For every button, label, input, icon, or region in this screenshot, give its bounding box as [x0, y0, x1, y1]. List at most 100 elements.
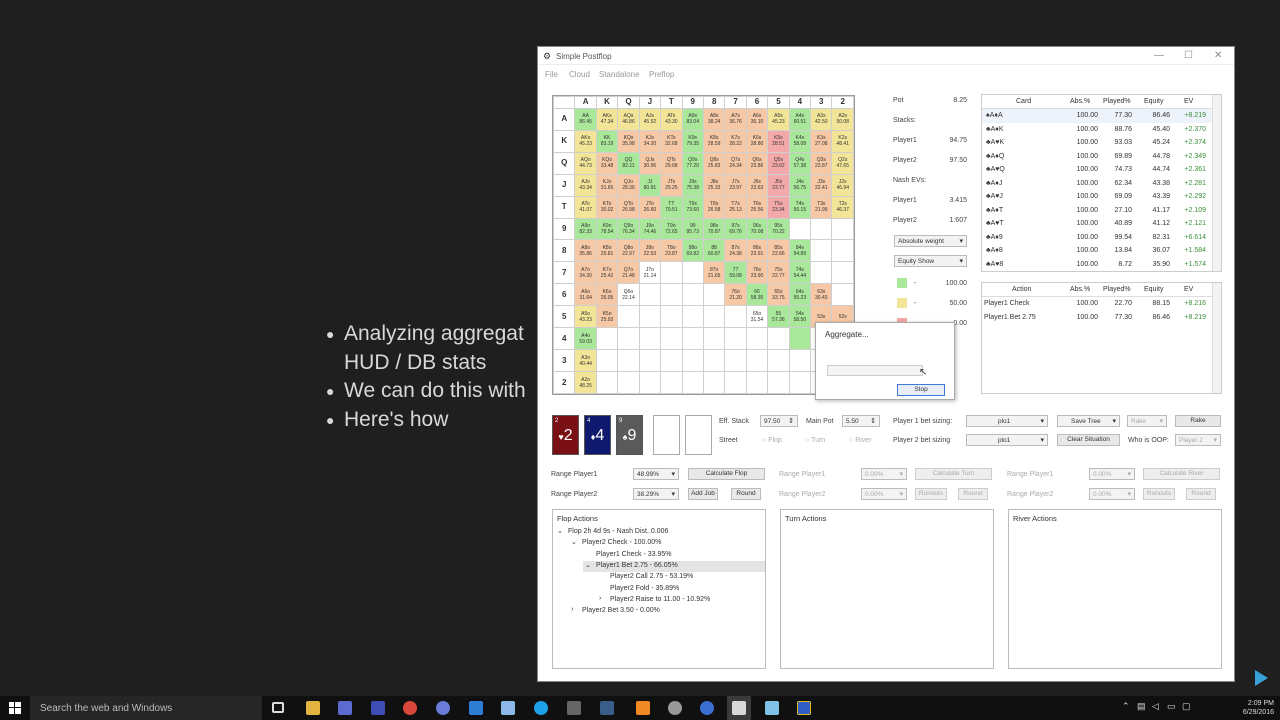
turn-range-player2-select[interactable]: 0.00% ▾: [861, 488, 907, 500]
street-river-radio[interactable]: ○ River: [849, 437, 872, 444]
grid-hand-cell[interactable]: J8s 25.33: [702, 173, 726, 197]
grid-hand-cell[interactable]: 87o 21.65: [702, 261, 726, 285]
keyboard-icon[interactable]: ▭: [1167, 701, 1176, 712]
grid-hand-cell[interactable]: [831, 283, 854, 307]
grid-hand-cell[interactable]: [660, 283, 683, 307]
grid-hand-cell[interactable]: [681, 371, 704, 394]
chevron-up-icon[interactable]: ⌃: [1122, 701, 1130, 712]
grid-hand-cell[interactable]: A9s 83.04: [681, 107, 704, 131]
grid-hand-cell[interactable]: [831, 239, 854, 263]
grid-hand-cell[interactable]: A8s 38.24: [702, 107, 726, 131]
grid-hand-cell[interactable]: AQo 44.73: [574, 151, 597, 175]
grid-hand-cell[interactable]: T8o 23.87: [660, 239, 683, 263]
board-card-empty[interactable]: [653, 415, 680, 455]
chevron-right-icon[interactable]: ›: [571, 606, 573, 613]
close-button[interactable]: ✕: [1214, 50, 1222, 61]
action-row[interactable]: Player1 Check 100.00 22.70 88.15 +8.216: [982, 297, 1221, 311]
grid-hand-cell[interactable]: 65o 31.54: [745, 305, 769, 329]
grid-hand-cell[interactable]: Q7s 24.34: [724, 151, 747, 175]
grid-hand-cell[interactable]: K7o 25.42: [595, 261, 619, 285]
menu-standalone[interactable]: Standalone: [599, 70, 639, 79]
chrome-icon[interactable]: [403, 701, 417, 715]
grid-hand-cell[interactable]: ATo 41.07: [574, 195, 597, 219]
player2-bet-sizing-select[interactable]: plo1 ▾: [966, 434, 1048, 446]
card-row[interactable]: ♣A♥J 100.00 69.09 43.39 +2.292: [982, 190, 1221, 204]
grid-hand-cell[interactable]: 74s 54.44: [788, 261, 812, 285]
grid-hand-cell[interactable]: 75s 22.77: [767, 261, 790, 285]
app-icon[interactable]: [371, 701, 385, 715]
grid-hand-cell[interactable]: AKo 45.23: [574, 129, 597, 153]
grid-hand-cell[interactable]: [724, 305, 747, 329]
grid-hand-cell[interactable]: Q8s 25.83: [702, 151, 726, 175]
grid-hand-cell[interactable]: [767, 349, 790, 373]
grid-hand-cell[interactable]: [724, 349, 747, 373]
grid-hand-cell[interactable]: 65s 33.75: [767, 283, 790, 307]
grid-hand-cell[interactable]: [681, 349, 704, 373]
player1-bet-sizing-select[interactable]: plo1 ▾: [966, 415, 1048, 427]
grid-hand-cell[interactable]: A2o 48.25: [574, 371, 597, 394]
board-card[interactable]: 2 ♥2: [552, 415, 579, 455]
grid-hand-cell[interactable]: AJo 43.34: [574, 173, 597, 197]
col-equity[interactable]: Equity: [1144, 98, 1163, 105]
grid-hand-cell[interactable]: K6s 28.80: [745, 129, 769, 153]
grid-hand-cell[interactable]: A9o 82.33: [574, 217, 597, 241]
grid-hand-cell[interactable]: Q3s 23.87: [810, 151, 833, 175]
grid-hand-cell[interactable]: J9o 74.46: [638, 217, 662, 241]
grid-hand-cell[interactable]: A2s 50.08: [831, 107, 854, 131]
action-tree-node[interactable]: Player1 Check - 33.95%: [596, 551, 671, 558]
river-range-player1-select[interactable]: 0.00% ▾: [1089, 468, 1135, 480]
col-ev[interactable]: EV: [1184, 98, 1193, 105]
grid-hand-cell[interactable]: [660, 261, 683, 285]
grid-hand-cell[interactable]: [788, 371, 812, 394]
action-tree-node[interactable]: Player2 Check - 100.00%: [582, 539, 661, 546]
grid-hand-cell[interactable]: J7o 21.14: [638, 261, 662, 285]
grid-hand-cell[interactable]: [660, 327, 683, 351]
chevron-right-icon[interactable]: ›: [599, 595, 601, 602]
grid-hand-cell[interactable]: A5o 43.23: [574, 305, 597, 329]
stop-button[interactable]: Stop: [897, 384, 945, 396]
grid-hand-cell[interactable]: [617, 327, 640, 351]
round-button[interactable]: Round: [731, 488, 761, 500]
grid-hand-cell[interactable]: T2s 46.37: [831, 195, 854, 219]
grid-hand-cell[interactable]: 98o 69.82: [681, 239, 704, 263]
grid-hand-cell[interactable]: K8o 25.81: [595, 239, 619, 263]
grid-hand-cell[interactable]: [831, 217, 854, 241]
grid-hand-cell[interactable]: [681, 283, 704, 307]
grid-hand-cell[interactable]: AA 86.45: [574, 107, 597, 131]
col-abs[interactable]: Abs.%: [1070, 98, 1090, 105]
grid-hand-cell[interactable]: [810, 217, 833, 241]
app-icon[interactable]: [567, 701, 581, 715]
card-row[interactable]: ♣A♥K 100.00 93.03 45.24 +2.374: [982, 136, 1221, 150]
river-round-button[interactable]: Round: [1186, 488, 1216, 500]
grid-hand-cell[interactable]: Q6o 22.14: [617, 283, 640, 307]
chevron-down-icon[interactable]: ⌄: [557, 527, 563, 535]
grid-hand-cell[interactable]: JTs 29.25: [660, 173, 683, 197]
grid-hand-cell[interactable]: T9s 73.60: [681, 195, 704, 219]
grid-hand-cell[interactable]: KTs 32.68: [660, 129, 683, 153]
edge-icon[interactable]: [469, 701, 483, 715]
add-job-button[interactable]: Add Job: [688, 488, 718, 500]
col-card[interactable]: Card: [1016, 98, 1031, 105]
board-card-empty[interactable]: [685, 415, 712, 455]
grid-hand-cell[interactable]: Q4s 57.38: [788, 151, 812, 175]
grid-hand-cell[interactable]: Q8o 22.97: [617, 239, 640, 263]
turn-round-button[interactable]: Round: [958, 488, 988, 500]
col-action[interactable]: Action: [1012, 286, 1031, 293]
steam-icon[interactable]: [600, 701, 614, 715]
grid-hand-cell[interactable]: JTo 26.60: [638, 195, 662, 219]
grid-hand-cell[interactable]: [595, 349, 619, 373]
grid-hand-cell[interactable]: J9s 75.38: [681, 173, 704, 197]
simple-postflop-taskbar-icon[interactable]: [732, 701, 746, 715]
grid-hand-cell[interactable]: QTo 26.98: [617, 195, 640, 219]
board-card[interactable]: 9 ♠9: [616, 415, 643, 455]
grid-hand-cell[interactable]: 54s 58.50: [788, 305, 812, 329]
grid-hand-cell[interactable]: Q5s 23.62: [767, 151, 790, 175]
grid-hand-cell[interactable]: [831, 261, 854, 285]
action-tree-node[interactable]: Player2 Raise to 11.00 - 10.92%: [610, 596, 710, 603]
grid-hand-cell[interactable]: [660, 371, 683, 394]
grid-hand-cell[interactable]: A6o 31.64: [574, 283, 597, 307]
grid-hand-cell[interactable]: 85s 22.66: [767, 239, 790, 263]
menu-cloud[interactable]: Cloud: [569, 70, 590, 79]
grid-hand-cell[interactable]: J8o 22.53: [638, 239, 662, 263]
grid-hand-cell[interactable]: A7s 36.76: [724, 107, 747, 131]
